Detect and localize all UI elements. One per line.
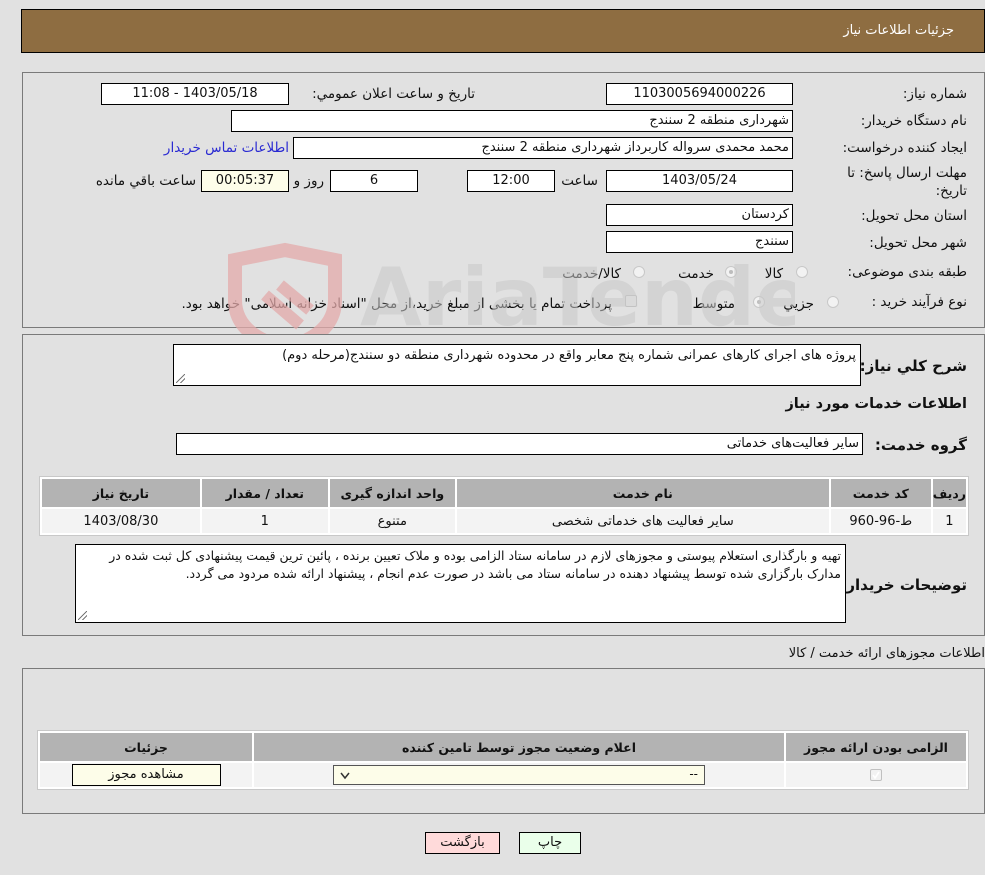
buyer-org-field: شهرداری منطقه 2 سنندج xyxy=(231,110,793,132)
process-radio-medium[interactable] xyxy=(753,296,765,308)
cell-quantity: 1 xyxy=(201,509,328,533)
resize-grip-icon[interactable] xyxy=(78,611,87,620)
announce-date-field: 1403/05/18 - 11:08 xyxy=(101,83,289,105)
category-option-goods-service: کالا/خدمت xyxy=(562,266,621,282)
view-permit-button[interactable]: مشاهده مجوز xyxy=(71,764,221,786)
process-option-medium: متوسط xyxy=(692,296,735,312)
need-number-label: شماره نیاز: xyxy=(902,86,967,102)
process-type-label: نوع فرآیند خرید : xyxy=(871,294,967,310)
deadline-time-field: 12:00 xyxy=(467,170,555,192)
creator-label: ایجاد کننده درخواست: xyxy=(842,140,967,156)
permit-required-checkbox xyxy=(870,769,882,781)
check-icon xyxy=(872,771,880,780)
category-radio-goods[interactable] xyxy=(796,266,808,278)
category-radio-service[interactable] xyxy=(725,266,737,278)
permit-status-select[interactable]: -- xyxy=(333,765,705,785)
col-quantity: تعداد / مقدار xyxy=(201,479,328,507)
category-radio-goods-service[interactable] xyxy=(633,266,645,278)
treasury-note: پرداخت تمام یا بخشی از مبلغ خرید،از محل … xyxy=(181,296,612,312)
print-button[interactable]: چاپ xyxy=(519,832,581,854)
col-permit-status: اعلام وضعیت مجوز توسط تامین کننده xyxy=(254,733,784,761)
cell-need-date: 1403/08/30 xyxy=(42,509,200,533)
cell-service-code: ط-96-960 xyxy=(830,509,931,533)
services-heading: اطلاعات خدمات مورد نیاز xyxy=(785,396,967,412)
col-unit: واحد اندازه گیری xyxy=(329,479,455,507)
permits-heading: اطلاعات مجوزهای ارائه خدمت / کالا xyxy=(788,646,985,661)
buyer-notes-label: توضیحات خریدار: xyxy=(840,576,967,594)
summary-label: شرح کلي نياز: xyxy=(859,357,967,375)
table-row: 1 ط-96-960 سایر فعالیت های خدماتی شخصی م… xyxy=(42,509,966,533)
col-need-date: تاریخ نیاز xyxy=(42,479,200,507)
cell-row-number: 1 xyxy=(932,509,966,533)
province-label: استان محل تحویل: xyxy=(861,208,967,224)
need-number-field: 1103005694000226 xyxy=(606,83,793,105)
process-option-minor: جزيي xyxy=(783,296,814,312)
category-option-service: خدمت xyxy=(678,266,714,282)
process-radio-minor[interactable] xyxy=(827,296,839,308)
time-remaining-label: ساعت باقي مانده xyxy=(95,173,196,189)
province-field: کردستان xyxy=(606,204,793,226)
resize-grip-icon[interactable] xyxy=(176,374,185,383)
cell-service-name: سایر فعالیت های خدماتی شخصی xyxy=(456,509,829,533)
col-service-name: نام خدمت xyxy=(456,479,829,507)
deadline-date-field: 1403/05/24 xyxy=(606,170,793,192)
days-remaining-field: 6 xyxy=(330,170,418,192)
summary-textarea[interactable]: پروژه های اجرای کارهای عمرانی شماره پنج … xyxy=(173,344,861,386)
permits-table: الزامی بودن ارائه مجوز اعلام وضعیت مجوز … xyxy=(37,730,969,790)
services-table: ردیف کد خدمت نام خدمت واحد اندازه گیری ت… xyxy=(39,476,969,536)
col-service-code: کد خدمت xyxy=(830,479,931,507)
buyer-notes-textarea[interactable]: تهیه و بارگذاری استعلام پیوستی و مجوزهای… xyxy=(75,544,846,623)
buyer-org-label: نام دستگاه خريدار: xyxy=(860,113,967,129)
col-row-number: ردیف xyxy=(932,479,966,507)
cell-permit-required xyxy=(786,763,966,787)
announce-date-label: تاریخ و ساعت اعلان عمومي: xyxy=(312,86,475,102)
chevron-down-icon xyxy=(340,772,350,780)
page-header: جزئیات اطلاعات نیاز xyxy=(21,9,985,53)
deadline-time-label: ساعت xyxy=(561,173,598,189)
city-field: سنندج xyxy=(606,231,793,253)
buyer-notes-text: تهیه و بارگذاری استعلام پیوستی و مجوزهای… xyxy=(109,548,841,581)
summary-text: پروژه های اجرای کارهای عمرانی شماره پنج … xyxy=(282,348,856,363)
cell-permit-details: مشاهده مجوز xyxy=(40,763,252,787)
services-table-header: ردیف کد خدمت نام خدمت واحد اندازه گیری ت… xyxy=(42,479,966,507)
back-button[interactable]: بازگشت xyxy=(425,832,500,854)
deadline-label: مهلت ارسال پاسخ: تا تاریخ: xyxy=(847,165,967,199)
cell-permit-status: -- xyxy=(254,763,784,787)
cell-unit: متنوع xyxy=(329,509,455,533)
days-label: روز و xyxy=(293,173,324,189)
service-group-label: گروه خدمت: xyxy=(874,436,967,454)
permits-table-header: الزامی بودن ارائه مجوز اعلام وضعیت مجوز … xyxy=(40,733,966,761)
city-label: شهر محل تحویل: xyxy=(869,235,967,251)
buyer-contact-link[interactable]: اطلاعات تماس خریدار xyxy=(164,140,289,156)
category-label: طبقه بندی موضوعی: xyxy=(847,264,967,280)
service-group-field: سایر فعالیت‌های خدماتی xyxy=(176,433,863,455)
permit-status-value: -- xyxy=(689,767,698,781)
creator-field: محمد محمدی سرواله کاربرداز شهرداری منطقه… xyxy=(293,137,793,159)
page-title: جزئیات اطلاعات نیاز xyxy=(843,23,954,38)
treasury-checkbox[interactable] xyxy=(625,295,637,307)
category-option-goods: کالا xyxy=(764,266,783,282)
time-remaining-field: 00:05:37 xyxy=(201,170,289,192)
table-row: -- مشاهده مجوز xyxy=(40,763,966,787)
col-permit-details: جزئیات xyxy=(40,733,252,761)
col-permit-required: الزامی بودن ارائه مجوز xyxy=(786,733,966,761)
